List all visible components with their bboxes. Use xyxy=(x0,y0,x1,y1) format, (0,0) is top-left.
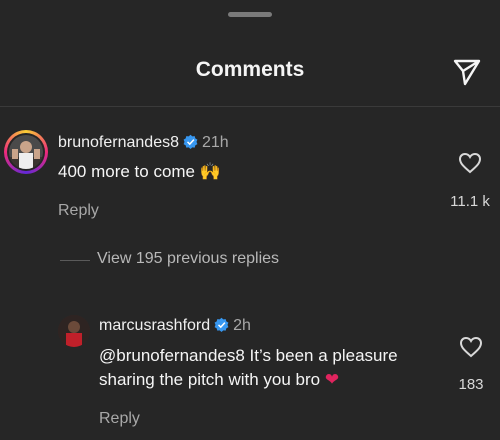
like-button[interactable] xyxy=(458,152,482,179)
username[interactable]: brunofernandes8 xyxy=(58,134,179,151)
profile-photo xyxy=(9,135,43,169)
page-title: Comments xyxy=(195,58,305,81)
header-divider xyxy=(0,106,500,107)
heart-icon xyxy=(458,152,482,174)
avatar[interactable] xyxy=(4,130,48,174)
reply-text-line: @brunofernandes8 It’s been a pleasure xyxy=(99,346,398,365)
comment-time: 21h xyxy=(201,134,229,151)
profile-photo xyxy=(58,315,90,347)
thread-divider xyxy=(60,260,90,261)
comment-author[interactable]: brunofernandes8 21h xyxy=(58,134,229,152)
reply-time: 2h xyxy=(233,317,251,334)
comment-text: 400 more to come 🙌 xyxy=(58,162,221,181)
avatar[interactable] xyxy=(58,315,90,347)
reply-author[interactable]: marcusrashford 2h xyxy=(99,317,251,335)
view-replies-button[interactable]: View 195 previous replies xyxy=(97,250,279,268)
send-icon xyxy=(453,59,481,86)
share-button[interactable] xyxy=(450,56,484,88)
username[interactable]: marcusrashford xyxy=(99,317,210,334)
drag-handle[interactable] xyxy=(228,12,272,17)
like-count: 11.1 k xyxy=(450,193,490,210)
verified-badge-icon xyxy=(214,317,229,332)
heart-icon xyxy=(459,336,483,358)
reply-text-line: sharing the pitch with you bro ❤ xyxy=(99,370,340,389)
reply-button[interactable]: Reply xyxy=(58,202,99,220)
like-count: 183 xyxy=(458,376,484,393)
verified-badge-icon xyxy=(183,134,198,149)
like-button[interactable] xyxy=(459,336,483,363)
reply-text: @brunofernandes8 It’s been a pleasure sh… xyxy=(99,344,398,392)
reply-button[interactable]: Reply xyxy=(99,410,140,428)
heart-emoji-icon: ❤ xyxy=(324,370,340,389)
